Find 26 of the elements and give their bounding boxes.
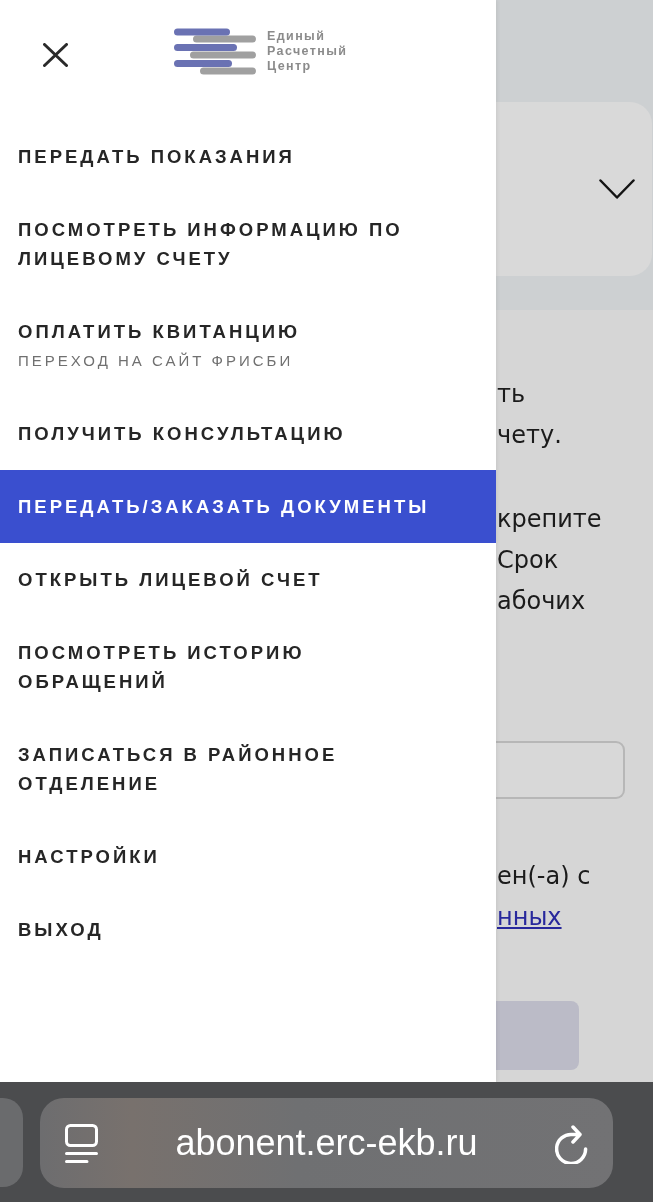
menu-item[interactable]: ПОСМОТРЕТЬ ИСТОРИЮ ОБРАЩЕНИЙ bbox=[0, 616, 496, 718]
paragraph-text: крепите Срок абочих bbox=[496, 504, 602, 617]
menu-subtitle: ПЕРЕХОД НА САЙТ ФРИСБИ bbox=[18, 351, 295, 371]
menu-item[interactable]: ПЕРЕДАТЬ ПОКАЗАНИЯ bbox=[0, 120, 496, 193]
menu-item[interactable]: ОПЛАТИТЬ КВИТАНЦИЮ ПЕРЕХОД НА САЙТ ФРИСБИ bbox=[0, 295, 496, 397]
logo-icon bbox=[174, 27, 256, 77]
menu-item[interactable]: ЗАПИСАТЬСЯ В РАЙОННОЕ ОТДЕЛЕНИЕ bbox=[0, 718, 496, 820]
paragraph-text: ть чету. bbox=[496, 379, 562, 451]
reload-icon[interactable] bbox=[555, 1122, 590, 1164]
menu-item[interactable]: ПОЛУЧИТЬ КОНСУЛЬТАЦИЮ bbox=[0, 397, 496, 470]
logo-text: Единый Расчетный Центр bbox=[267, 29, 348, 74]
close-icon[interactable] bbox=[43, 43, 68, 67]
address-bar[interactable]: abonent.erc-ekb.ru bbox=[40, 1098, 613, 1188]
menu-item[interactable]: ПОСМОТРЕТЬ ИНФОРМАЦИЮ ПО ЛИЦЕВОМУ СЧЕТУ bbox=[0, 193, 496, 295]
input-field[interactable] bbox=[496, 741, 625, 799]
menu-item[interactable]: ОТКРЫТЬ ЛИЦЕВОЙ СЧЕТ bbox=[0, 543, 496, 616]
tab-bar[interactable] bbox=[0, 1098, 23, 1187]
dropdown-field[interactable] bbox=[496, 102, 652, 276]
consent-text: ен(-а) с нных bbox=[496, 861, 591, 933]
consent-link[interactable]: нных bbox=[497, 903, 562, 931]
menu-item[interactable]: ПЕРЕДАТЬ/ЗАКАЗАТЬ ДОКУМЕНТЫ bbox=[0, 470, 496, 543]
chevron-down-icon bbox=[599, 179, 635, 199]
form-button[interactable] bbox=[496, 1001, 579, 1070]
page-format-icon[interactable] bbox=[65, 1123, 98, 1163]
menu-item[interactable]: НАСТРОЙКИ bbox=[0, 820, 496, 893]
menu-item[interactable]: ВЫХОД bbox=[0, 893, 496, 966]
